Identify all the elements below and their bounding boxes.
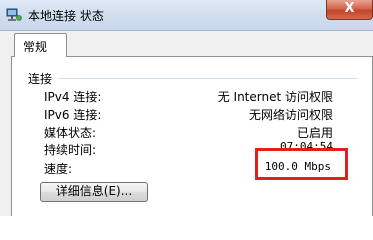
speed-label: 速度:	[44, 162, 73, 176]
group-divider	[58, 78, 358, 79]
details-button-label: 详细信息(E)...	[55, 184, 133, 198]
local-connection-status-window: 本地连接 状态 X 常规 连接 IPv4 连接: 无 Internet 访问权限…	[0, 0, 373, 216]
title-bar[interactable]: 本地连接 状态 X	[0, 0, 373, 31]
ipv4-label: IPv4 连接:	[44, 90, 102, 104]
media-state-value: 已启用	[296, 126, 333, 140]
close-button[interactable]: X	[326, 0, 373, 20]
connection-group-title: 连接	[28, 72, 53, 86]
window-title: 本地连接 状态	[28, 9, 104, 23]
speed-highlight-annotation	[255, 148, 348, 180]
duration-label: 持续时间:	[44, 143, 97, 157]
ipv6-label: IPv6 连接:	[44, 108, 102, 122]
ipv6-value: 无网络访问权限	[248, 108, 333, 122]
media-state-label: 媒体状态:	[44, 126, 97, 140]
network-connection-icon	[6, 7, 22, 23]
ipv4-value: 无 Internet 访问权限	[217, 90, 333, 104]
details-button[interactable]: 详细信息(E)...	[40, 182, 148, 202]
tab-general[interactable]: 常规	[14, 33, 67, 57]
close-icon: X	[344, 1, 355, 16]
tab-general-label: 常规	[23, 40, 48, 54]
